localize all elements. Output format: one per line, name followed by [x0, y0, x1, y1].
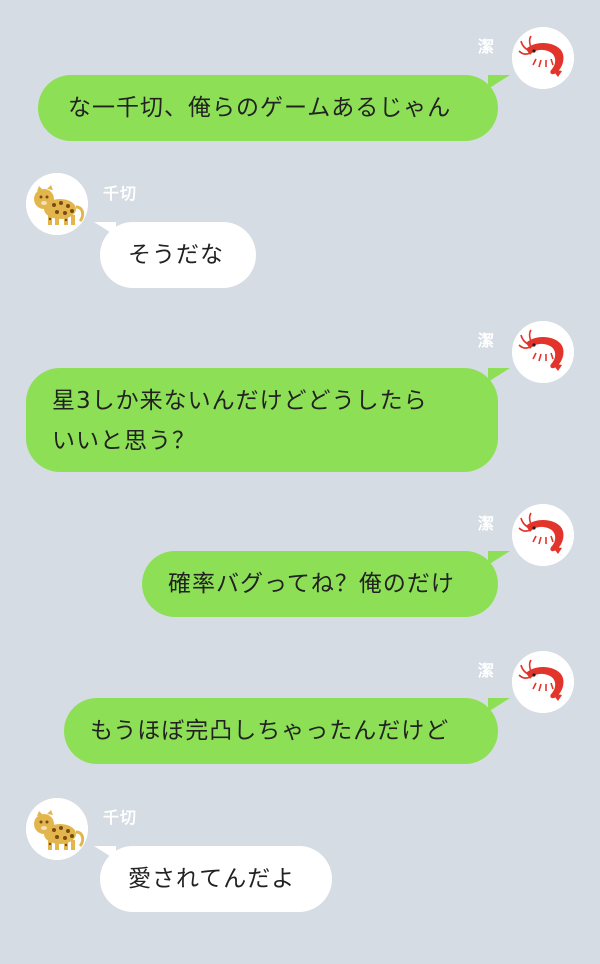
shrimp-icon[interactable] — [512, 27, 574, 89]
bubble-tail — [488, 368, 510, 382]
sender-name: 潔 — [478, 661, 496, 680]
message-text-line: 星3しか来ないんだけどどうしたら — [52, 388, 428, 414]
bubble-tail — [488, 551, 510, 565]
message-text: 確率バグってね？俺のだけ — [168, 571, 455, 597]
message-bubble[interactable]: そうだな — [100, 222, 256, 288]
message-text-line: いいと思う？ — [52, 428, 196, 454]
sender-name: 潔 — [478, 331, 496, 350]
chat-thread: 潔 な一千切、俺らのゲームあるじゃん 千切 そうだな 潔 星3しか来ないんだけど… — [0, 0, 600, 964]
message-bubble[interactable]: 確率バグってね？俺のだけ — [142, 551, 498, 617]
sender-name: 千切 — [103, 808, 138, 827]
message-text: な一千切、俺らのゲームあるじゃん — [68, 95, 452, 121]
shrimp-icon[interactable] — [512, 321, 574, 383]
shrimp-icon[interactable] — [512, 651, 574, 713]
message-text: そうだな — [128, 242, 224, 268]
message-bubble[interactable]: 愛されてんだよ — [100, 846, 332, 912]
shrimp-icon[interactable] — [512, 504, 574, 566]
bubble-tail — [488, 698, 510, 712]
bubble-tail — [488, 75, 510, 89]
message-bubble[interactable]: もうほぼ完凸しちゃったんだけど — [64, 698, 498, 764]
message-text: もうほぼ完凸しちゃったんだけど — [90, 718, 450, 744]
leopard-icon[interactable] — [26, 173, 88, 235]
sender-name: 千切 — [103, 184, 138, 203]
sender-name: 潔 — [478, 514, 496, 533]
message-bubble[interactable]: 星3しか来ないんだけどどうしたら いいと思う？ — [26, 368, 498, 472]
sender-name: 潔 — [478, 37, 496, 56]
leopard-icon[interactable] — [26, 798, 88, 860]
message-bubble[interactable]: な一千切、俺らのゲームあるじゃん — [38, 75, 498, 141]
message-text: 愛されてんだよ — [128, 866, 296, 892]
